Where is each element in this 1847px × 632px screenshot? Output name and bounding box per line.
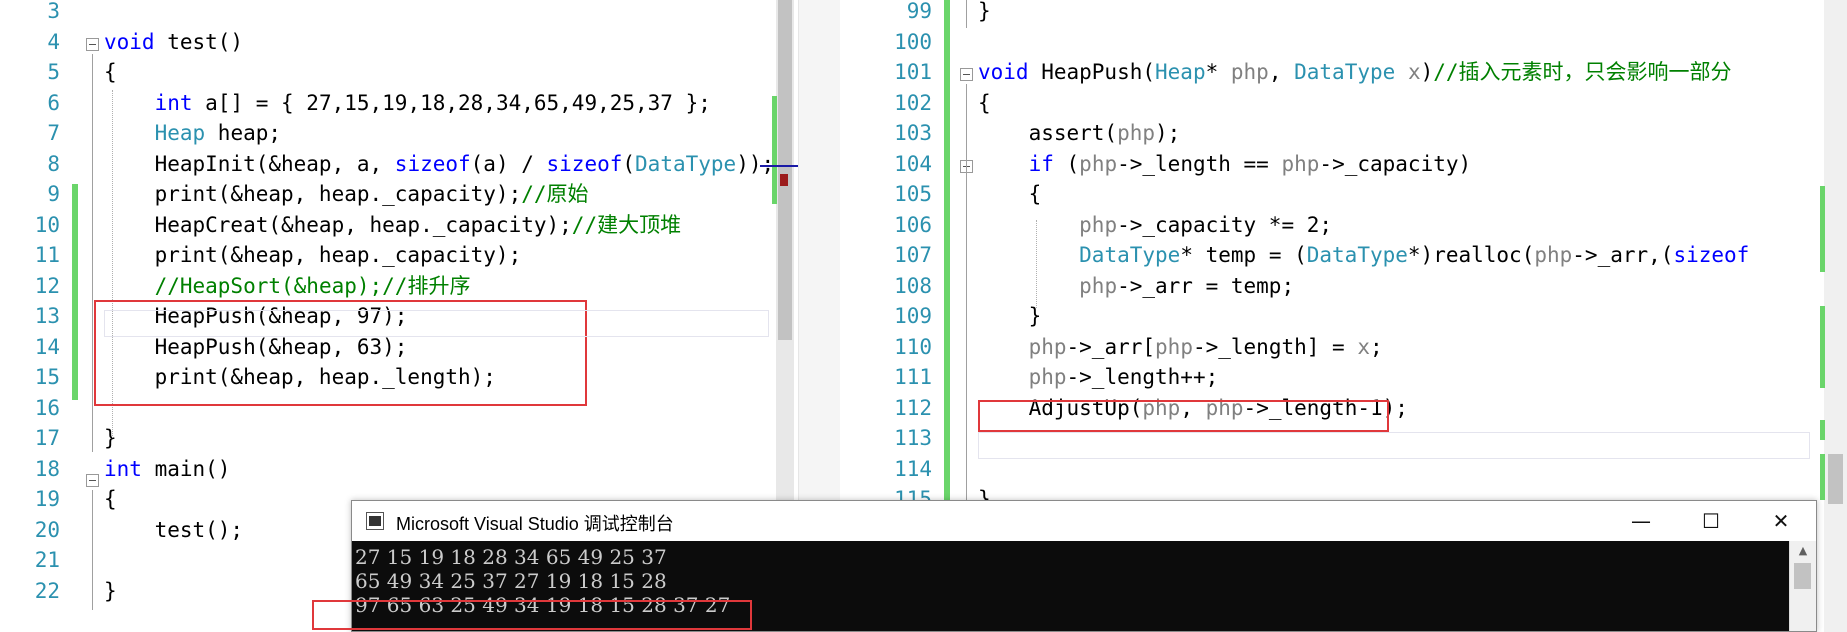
line-number: 106	[894, 212, 932, 237]
code-text[interactable]: test();	[104, 515, 244, 545]
code-text[interactable]: php->_capacity *= 2;	[978, 210, 1332, 240]
scrollbar-thumb[interactable]	[778, 0, 792, 340]
fold-toggle-icon[interactable]	[86, 38, 99, 51]
code-text[interactable]: print(&heap, heap._capacity);//原始	[104, 179, 589, 209]
line-number: 13	[34, 304, 60, 328]
code-text[interactable]: }	[104, 423, 117, 453]
fold-toggle-icon[interactable]	[86, 474, 99, 487]
line-number: 112	[894, 395, 932, 420]
code-text[interactable]: assert(php);	[978, 118, 1181, 148]
line-number: 15	[34, 365, 60, 389]
line-number: 107	[894, 243, 932, 267]
line-number: 103	[894, 121, 932, 145]
code-text[interactable]: HeapInit(&heap, a, sizeof(a) / sizeof(Da…	[104, 149, 775, 179]
code-text[interactable]: {	[978, 179, 1042, 209]
highlight-box	[978, 400, 1389, 432]
line-number: 109	[894, 304, 932, 328]
line-number: 101	[894, 60, 932, 84]
code-text[interactable]: php->_arr = temp;	[978, 271, 1294, 301]
console-output-line: 27 15 19 18 28 34 65 49 25 37	[355, 545, 667, 569]
highlight-box	[312, 600, 752, 630]
line-number: 5	[47, 60, 60, 84]
line-number: 104	[894, 151, 932, 176]
close-button[interactable]: ✕	[1746, 501, 1816, 541]
line-number: 17	[34, 426, 60, 450]
line-number: 22	[34, 578, 60, 603]
line-number: 100	[894, 29, 932, 54]
fold-guide	[966, 0, 967, 28]
indent-guide	[1036, 220, 1037, 308]
code-text[interactable]: DataType* temp = (DataType*)realloc(php-…	[978, 240, 1749, 270]
line-number: 8	[47, 151, 60, 176]
line-number: 99	[906, 0, 932, 23]
maximize-button[interactable]: ☐	[1676, 501, 1746, 541]
console-app-icon	[366, 512, 384, 530]
minimize-button[interactable]: —	[1606, 501, 1676, 541]
line-number: 21	[34, 548, 60, 572]
line-number: 11	[34, 243, 60, 267]
code-text[interactable]: int main()	[104, 454, 230, 484]
scrollbar-thumb[interactable]	[1828, 454, 1843, 504]
code-text[interactable]: {	[104, 484, 117, 514]
code-text[interactable]: print(&heap, heap._capacity);	[104, 240, 522, 270]
line-number: 7	[47, 121, 60, 145]
scroll-up-arrow-icon[interactable]: ▲	[1790, 541, 1816, 561]
code-text[interactable]: {	[104, 57, 117, 87]
fold-guide	[92, 490, 93, 610]
line-number: 9	[47, 182, 60, 206]
line-number: 114	[894, 456, 932, 481]
line-number: 6	[47, 90, 60, 115]
line-number: 19	[34, 487, 60, 511]
change-indicator	[944, 0, 950, 500]
change-indicator	[72, 184, 78, 400]
caret-map-marker	[760, 165, 798, 167]
code-text[interactable]: php->_length++;	[978, 362, 1219, 392]
code-text[interactable]: {	[978, 88, 991, 118]
line-number: 12	[34, 273, 60, 298]
code-text[interactable]: //HeapSort(&heap);//排升序	[104, 271, 471, 301]
code-text[interactable]: }	[978, 301, 1042, 331]
current-line-highlight	[978, 432, 1810, 459]
line-number: 113	[894, 426, 932, 450]
change-map-marker	[1820, 186, 1825, 272]
right-vertical-scrollbar[interactable]	[1824, 0, 1847, 632]
change-map-marker	[1820, 306, 1825, 388]
line-number: 105	[894, 182, 932, 206]
code-text[interactable]: if (php->_length == php->_capacity)	[978, 149, 1472, 179]
fold-guide	[966, 176, 967, 336]
current-line-highlight	[104, 310, 769, 337]
code-text[interactable]: void test()	[104, 27, 243, 57]
error-map-marker	[780, 174, 788, 186]
fold-toggle-icon[interactable]	[960, 68, 973, 81]
code-text[interactable]: }	[104, 576, 117, 606]
code-text[interactable]: Heap heap;	[104, 118, 281, 148]
line-number: 20	[34, 517, 60, 542]
console-title-bar[interactable]: Microsoft Visual Studio 调试控制台 — ☐ ✕	[352, 501, 1816, 541]
fold-guide	[92, 54, 93, 452]
code-text[interactable]: int a[] = { 27,15,19,18,28,34,65,49,25,3…	[104, 88, 711, 118]
line-number: 4	[47, 29, 60, 54]
console-output-line: 65 49 34 25 37 27 19 18 15 28	[355, 569, 667, 593]
scrollbar-thumb[interactable]	[1794, 563, 1811, 589]
line-number: 14	[34, 334, 60, 359]
debug-console-window[interactable]: Microsoft Visual Studio 调试控制台 — ☐ ✕ 27 1…	[312, 500, 1817, 632]
code-text[interactable]: php->_arr[php->_length] = x;	[978, 332, 1383, 362]
line-number: 3	[47, 0, 60, 23]
line-number: 108	[894, 273, 932, 298]
code-text[interactable]: void HeapPush(Heap* php, DataType x)//插入…	[978, 57, 1732, 87]
line-number: 10	[34, 212, 60, 237]
code-text[interactable]: HeapCreat(&heap, heap._capacity);//建大顶堆	[104, 210, 682, 240]
line-number: 102	[894, 90, 932, 115]
code-text[interactable]: }	[978, 0, 991, 26]
console-vertical-scrollbar[interactable]: ▲	[1789, 541, 1816, 631]
change-map-marker	[772, 96, 777, 204]
line-number: 110	[894, 334, 932, 359]
change-map-marker	[1820, 454, 1825, 500]
line-number: 18	[34, 456, 60, 481]
console-title: Microsoft Visual Studio 调试控制台	[396, 514, 674, 534]
change-map-marker	[1820, 420, 1825, 440]
line-number: 111	[894, 365, 932, 389]
line-number: 16	[34, 395, 60, 420]
